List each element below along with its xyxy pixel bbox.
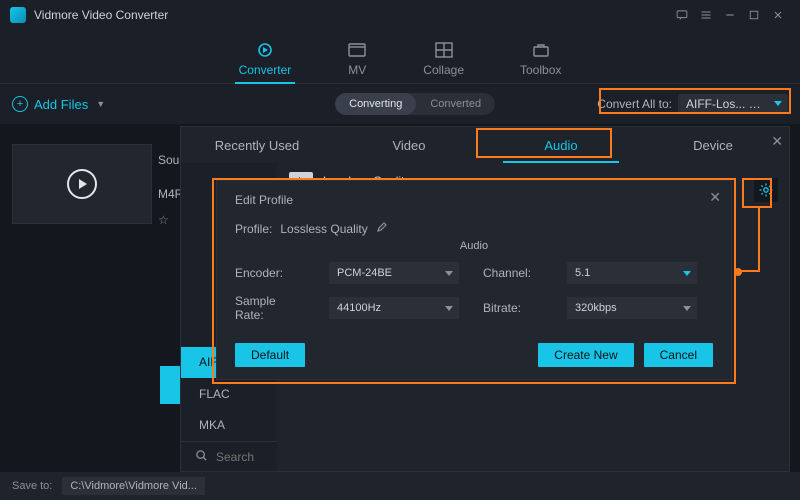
chevron-down-icon	[774, 101, 782, 106]
encoder-label: Encoder:	[235, 266, 305, 280]
file-source-label: Sou	[158, 153, 179, 167]
title-bar: Vidmore Video Converter	[0, 0, 800, 30]
dialog-title: Edit Profile	[235, 193, 713, 207]
cancel-button[interactable]: Cancel	[644, 343, 713, 367]
app-title: Vidmore Video Converter	[34, 8, 670, 22]
collage-icon	[434, 41, 454, 59]
search-input[interactable]	[216, 450, 266, 464]
bitrate-dropdown[interactable]: 320kbps	[567, 297, 697, 319]
chevron-down-icon	[683, 306, 691, 311]
tab-audio[interactable]: Audio	[485, 127, 637, 163]
convert-all-dropdown[interactable]: AIFF-Los... Quality	[678, 94, 788, 114]
favorite-icon[interactable]: ☆	[158, 213, 169, 227]
menu-icon[interactable]	[694, 3, 718, 27]
tab-device[interactable]: Device	[637, 127, 789, 163]
tab-video[interactable]: Video	[333, 127, 485, 163]
annotation-connector	[738, 270, 758, 272]
encoder-dropdown[interactable]: PCM-24BE	[329, 262, 459, 284]
save-to-label: Save to:	[12, 480, 52, 492]
chevron-down-icon	[445, 271, 453, 276]
convert-all-control: Convert All to: AIFF-Los... Quality	[597, 94, 788, 114]
dialog-section-audio: Audio	[235, 240, 713, 252]
picker-tabs: Recently Used Video Audio Device	[181, 127, 789, 163]
content-area: Sou M4R ☆ ✕ Recently Used Video Audio De…	[0, 124, 800, 472]
create-new-button[interactable]: Create New	[538, 343, 633, 367]
nav-label: Toolbox	[520, 63, 561, 77]
profile-value: Lossless Quality	[280, 222, 367, 236]
edit-profile-gear-button[interactable]	[754, 178, 778, 202]
channel-dropdown[interactable]: 5.1	[567, 262, 697, 284]
minimize-button[interactable]	[718, 3, 742, 27]
search-icon	[195, 449, 208, 465]
nav-toolbox[interactable]: Toolbox	[520, 41, 561, 83]
save-to-path[interactable]: C:\Vidmore\Vidmore Vid...	[62, 477, 205, 495]
format-search[interactable]	[181, 441, 277, 471]
bitrate-label: Bitrate:	[483, 301, 543, 315]
toolbox-icon	[531, 41, 551, 59]
edit-name-icon[interactable]	[376, 221, 388, 236]
nav-label: Collage	[423, 63, 464, 77]
gear-icon	[758, 182, 774, 198]
converter-icon	[255, 41, 275, 59]
plus-icon: +	[12, 96, 28, 112]
close-button[interactable]	[766, 3, 790, 27]
add-files-label: Add Files	[34, 97, 88, 112]
profile-label: Profile:	[235, 222, 272, 236]
edit-profile-dialog: Edit Profile ✕ Profile: Lossless Quality…	[216, 180, 732, 380]
channel-label: Channel:	[483, 266, 543, 280]
format-item-flac[interactable]: FLAC	[181, 378, 277, 409]
segment-converting[interactable]: Converting	[335, 93, 416, 115]
chevron-down-icon	[445, 306, 453, 311]
feedback-icon[interactable]	[670, 3, 694, 27]
format-item-mka[interactable]: MKA	[181, 410, 277, 441]
status-segmented: Converting Converted	[335, 93, 495, 115]
thumbnail-play[interactable]	[13, 145, 151, 223]
tab-recently-used[interactable]: Recently Used	[181, 127, 333, 163]
dialog-close-button[interactable]: ✕	[709, 189, 721, 206]
convert-all-label: Convert All to:	[597, 97, 672, 111]
nav-converter[interactable]: Converter	[239, 41, 292, 83]
chevron-down-icon: ▼	[96, 99, 105, 109]
convert-all-value: AIFF-Los... Quality	[686, 97, 786, 111]
main-nav: Converter MV Collage Toolbox	[0, 30, 800, 84]
segment-converted[interactable]: Converted	[416, 93, 495, 115]
file-thumbnail[interactable]	[12, 144, 152, 224]
toolbar: + Add Files ▼ Converting Converted Conve…	[0, 84, 800, 124]
nav-label: Converter	[239, 63, 292, 77]
maximize-button[interactable]	[742, 3, 766, 27]
nav-mv[interactable]: MV	[347, 41, 367, 83]
chevron-down-icon	[683, 271, 691, 276]
nav-collage[interactable]: Collage	[423, 41, 464, 83]
status-bar: Save to: C:\Vidmore\Vidmore Vid...	[0, 472, 800, 500]
mv-icon	[347, 41, 367, 59]
samplerate-label: Sample Rate:	[235, 294, 305, 322]
play-icon	[67, 169, 97, 199]
samplerate-dropdown[interactable]: 44100Hz	[329, 297, 459, 319]
nav-label: MV	[348, 63, 366, 77]
app-logo-icon	[10, 7, 26, 23]
add-files-button[interactable]: + Add Files ▼	[12, 96, 105, 112]
default-button[interactable]: Default	[235, 343, 305, 367]
